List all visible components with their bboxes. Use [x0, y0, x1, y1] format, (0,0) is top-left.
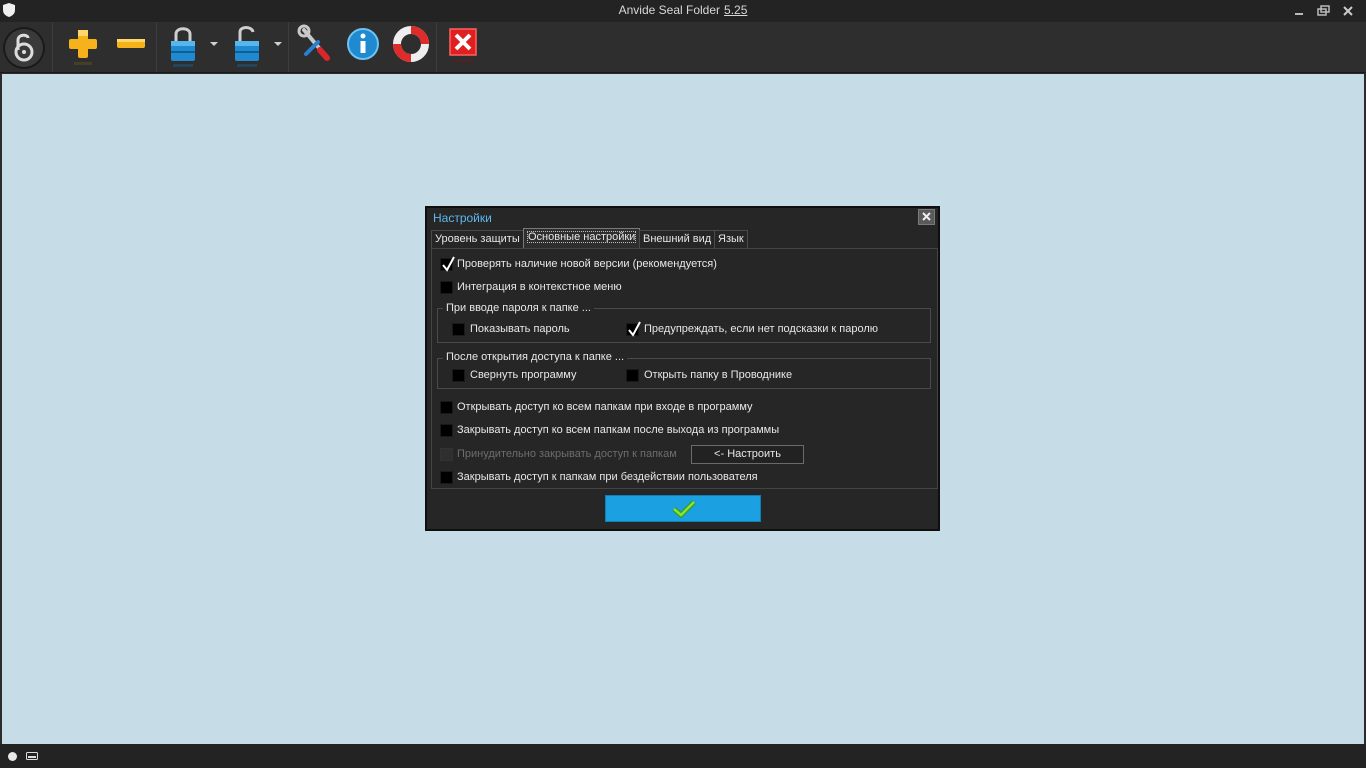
general-settings-panel: Проверять наличие новой версии (рекоменд…	[431, 248, 938, 489]
title-bar: Anvide Seal Folder 5.25	[0, 0, 1366, 22]
tab-language[interactable]: Язык	[714, 230, 748, 249]
open-explorer-checkbox[interactable]	[626, 369, 639, 382]
show-password-label: Показывать пароль	[470, 323, 570, 335]
logo-lock-icon	[2, 24, 50, 70]
dialog-close-button[interactable]	[918, 209, 935, 225]
settings-dialog: Настройки Уровень защиты Основные настро…	[425, 206, 940, 531]
drive-icon	[26, 751, 38, 764]
remove-folder-icon[interactable]	[112, 24, 150, 70]
close-on-idle-checkbox[interactable]	[440, 471, 453, 484]
status-indicator-icon	[8, 752, 17, 761]
configure-button[interactable]: <- Настроить	[691, 445, 804, 464]
tab-protection-level[interactable]: Уровень защиты	[431, 230, 524, 249]
close-all-on-exit-label: Закрывать доступ ко всем папкам после вы…	[457, 424, 780, 436]
info-icon[interactable]	[345, 24, 381, 70]
password-group-title: При вводе пароля к папке ...	[443, 302, 594, 314]
context-menu-checkbox[interactable]	[440, 281, 453, 294]
lock-icon[interactable]	[166, 24, 200, 70]
after-open-group-title: После открытия доступа к папке ...	[443, 351, 628, 363]
checkmark-icon	[672, 500, 696, 518]
minimize-program-label: Свернуть программу	[470, 369, 577, 381]
close-icon[interactable]	[1337, 3, 1359, 19]
open-all-on-start-checkbox[interactable]	[440, 401, 453, 414]
force-close-label: Принудительно закрывать доступ к папкам	[457, 448, 677, 460]
toolbar	[0, 22, 1366, 73]
settings-tools-icon[interactable]	[296, 24, 334, 70]
context-menu-label: Интеграция в контекстное меню	[457, 281, 622, 293]
exit-icon[interactable]	[447, 24, 481, 70]
warn-no-hint-checkbox[interactable]	[626, 321, 641, 337]
app-version: 5.25	[724, 3, 748, 17]
tab-appearance[interactable]: Внешний вид	[639, 230, 716, 249]
check-updates-label: Проверять наличие новой версии (рекоменд…	[457, 258, 717, 270]
unlock-dropdown-icon[interactable]	[274, 42, 282, 46]
show-password-checkbox[interactable]	[452, 323, 465, 336]
ok-button[interactable]	[605, 495, 761, 522]
tab-general-settings[interactable]: Основные настройки	[523, 228, 641, 249]
app-name: Anvide Seal Folder	[618, 3, 721, 17]
unlock-icon[interactable]	[230, 24, 264, 70]
warn-no-hint-label: Предупреждать, если нет подсказки к паро…	[644, 323, 879, 335]
open-explorer-label: Открыть папку в Проводнике	[644, 369, 793, 381]
add-folder-icon[interactable]	[64, 24, 102, 70]
open-all-on-start-label: Открывать доступ ко всем папкам при вход…	[457, 401, 753, 413]
help-lifebuoy-icon[interactable]	[393, 24, 429, 70]
force-close-checkbox	[440, 448, 453, 461]
status-bar	[0, 744, 1366, 768]
minimize-icon[interactable]	[1288, 3, 1310, 19]
lock-dropdown-icon[interactable]	[210, 42, 218, 46]
window-title: Anvide Seal Folder 5.25	[0, 3, 1366, 17]
minimize-program-checkbox[interactable]	[452, 369, 465, 382]
check-updates-checkbox[interactable]	[440, 256, 455, 272]
restore-icon[interactable]	[1312, 3, 1334, 19]
dialog-title: Настройки	[433, 211, 492, 225]
close-all-on-exit-checkbox[interactable]	[440, 424, 453, 437]
close-on-idle-label: Закрывать доступ к папкам при бездействи…	[457, 471, 758, 483]
